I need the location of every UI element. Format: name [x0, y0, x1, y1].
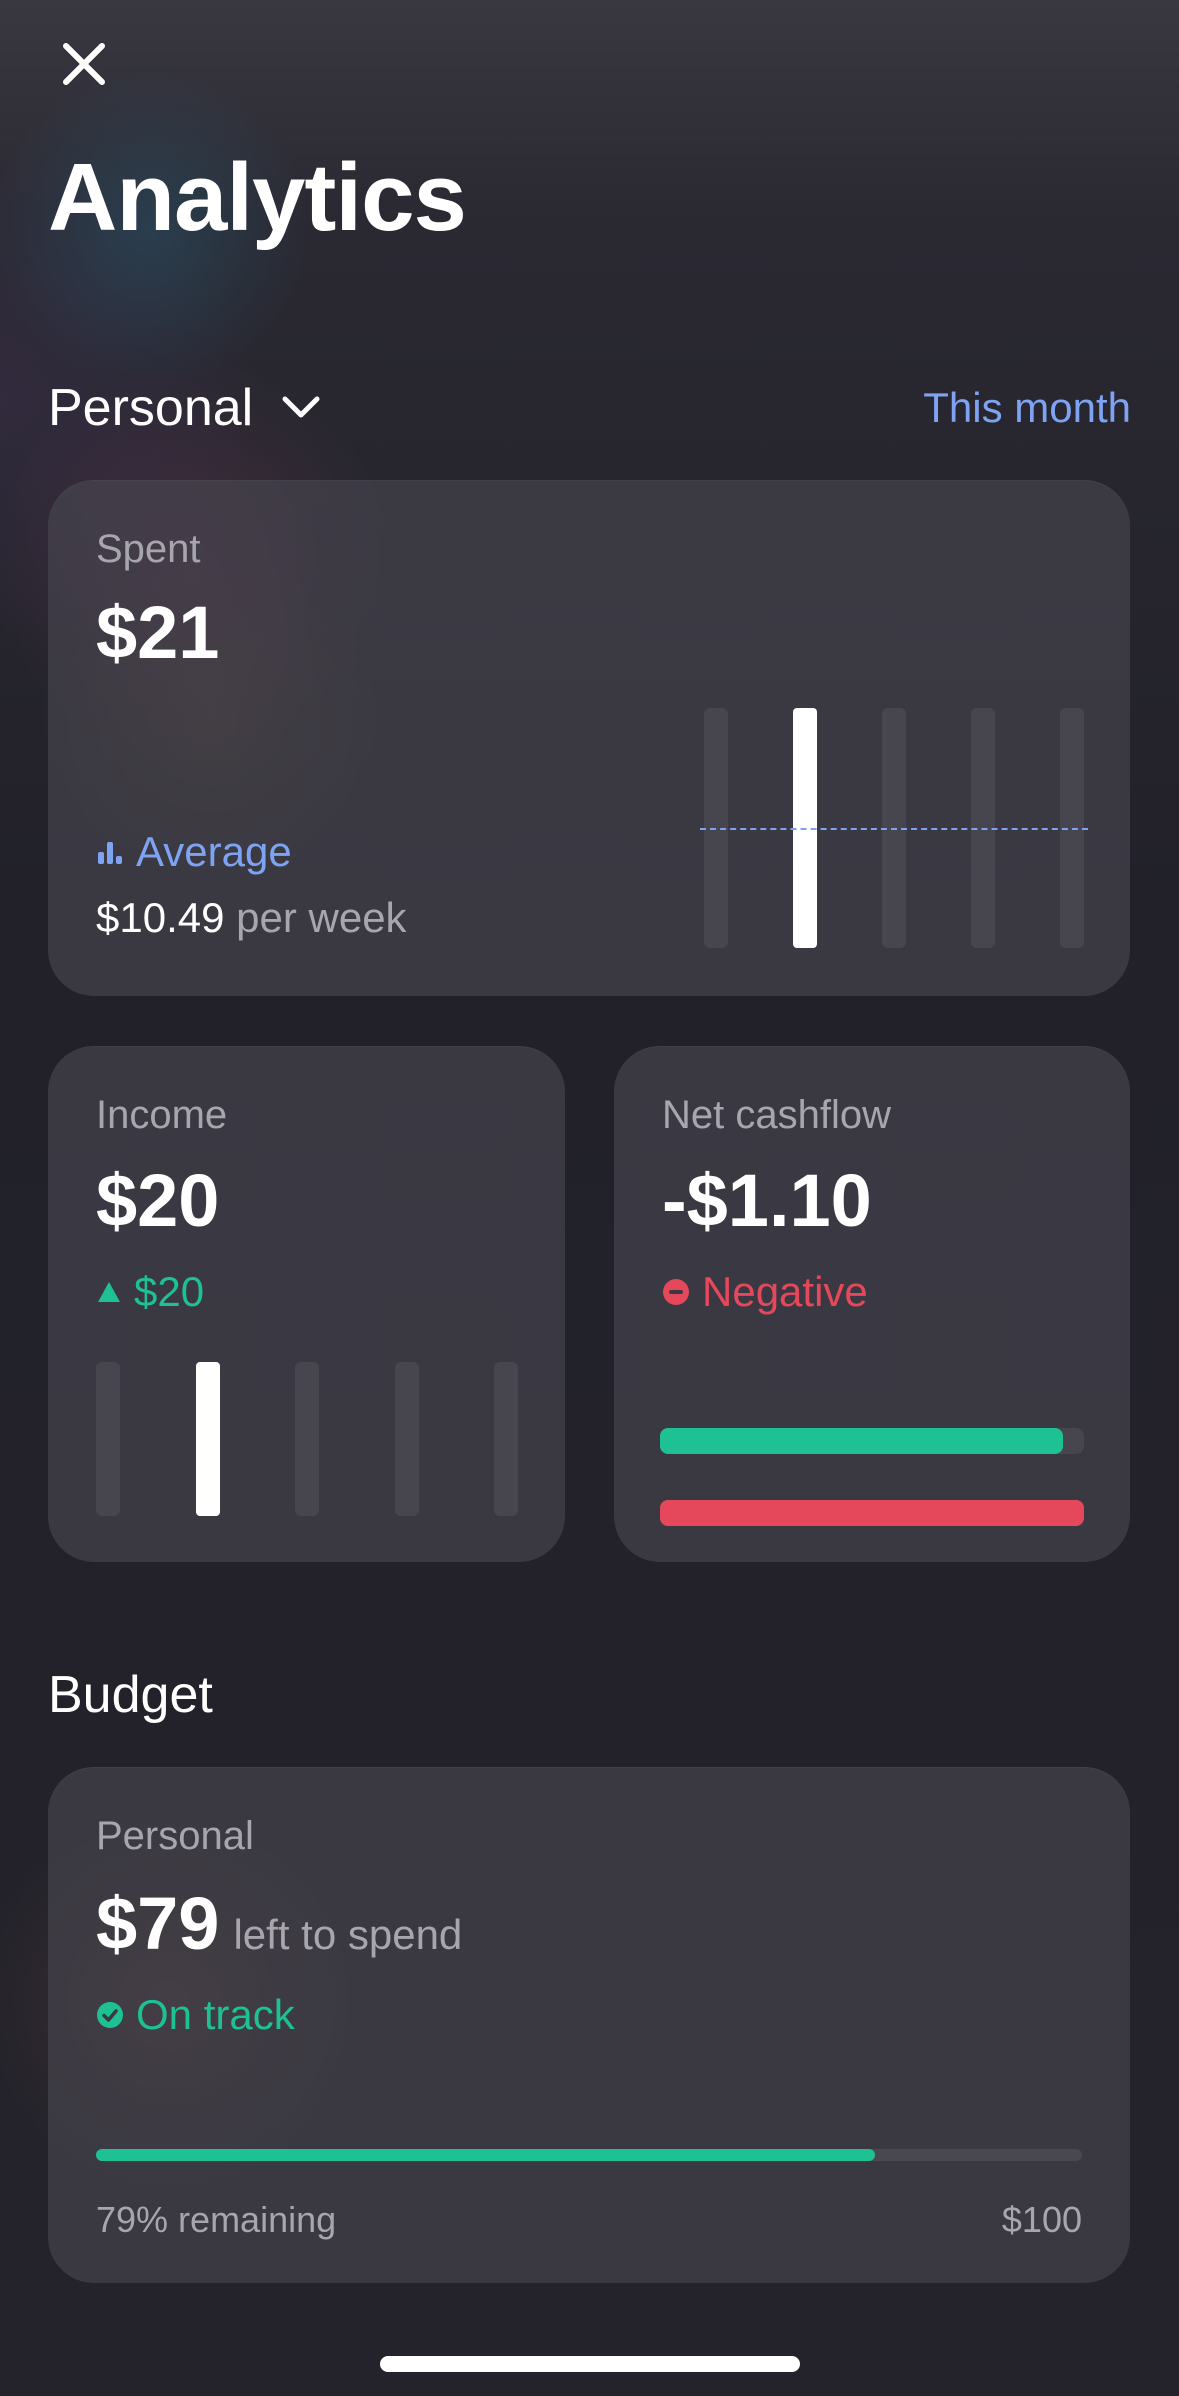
budget-total: $100 [1001, 2199, 1082, 2240]
income-label: Income [96, 1093, 228, 1137]
chevron-down-icon [282, 396, 320, 418]
budget-status-row: On track [96, 1987, 295, 2043]
minus-circle-icon [663, 1279, 689, 1305]
income-bar [195, 1362, 220, 1516]
income-card[interactable]: Income $20 $20 [48, 1046, 565, 1562]
triangle-up-icon [98, 1282, 120, 1302]
income-bar-track [394, 1362, 419, 1516]
income-value: $20 [96, 1159, 220, 1242]
spent-card[interactable]: Spent $21 Average $10.49 per week [48, 480, 1130, 996]
average-row: Average [96, 824, 292, 880]
income-change: $20 [134, 1268, 205, 1315]
average-detail: $10.49 per week [96, 890, 407, 946]
net-cashflow-card[interactable]: Net cashflow -$1.10 Negative [614, 1046, 1130, 1562]
close-button[interactable] [48, 28, 120, 100]
home-indicator[interactable] [380, 2356, 800, 2372]
budget-remaining-label: 79% remaining [96, 2199, 337, 2240]
spent-label: Spent [96, 527, 201, 571]
period-selector[interactable]: This month [923, 378, 1131, 438]
budget-section-title: Budget [48, 1666, 213, 1724]
income-change-row: $20 [96, 1264, 204, 1320]
budget-left-amount: $79 [96, 1882, 220, 1965]
budget-left-label: left to spend [233, 1911, 463, 1958]
budget-status: On track [136, 1991, 295, 2038]
net-cashflow-value: -$1.10 [662, 1159, 872, 1242]
net-cashflow-status: Negative [702, 1268, 868, 1315]
average-label: Average [136, 828, 292, 875]
average-value: $10.49 [96, 894, 225, 941]
account-label: Personal [48, 379, 254, 437]
check-circle-icon [97, 2002, 123, 2028]
net-cashflow-status-row: Negative [662, 1264, 868, 1320]
spent-bar-chart [700, 708, 1088, 948]
income-flow-bar [660, 1428, 1063, 1454]
income-bar-track [494, 1362, 518, 1516]
close-icon [63, 43, 105, 85]
income-bar-chart [96, 1362, 518, 1516]
income-bar-track [295, 1362, 319, 1516]
budget-name: Personal [96, 1814, 254, 1858]
budget-card[interactable]: Personal $79 left to spend On track 79% … [48, 1767, 1130, 2283]
spent-value: $21 [96, 591, 220, 674]
budget-left-row: $79 left to spend [96, 1879, 462, 1969]
account-selector[interactable]: Personal [48, 372, 321, 444]
page-title: Analytics [48, 144, 467, 251]
spent-flow-track [660, 1500, 1084, 1526]
net-cashflow-label: Net cashflow [662, 1093, 891, 1137]
budget-progress-fill [96, 2149, 875, 2161]
income-bar-track [96, 1362, 120, 1516]
income-flow-track [660, 1428, 1084, 1454]
average-line [700, 828, 1088, 830]
spent-flow-bar [660, 1500, 1084, 1526]
average-unit: per week [236, 894, 407, 941]
bar-chart-icon [98, 842, 122, 864]
budget-progress-track [96, 2149, 1082, 2161]
